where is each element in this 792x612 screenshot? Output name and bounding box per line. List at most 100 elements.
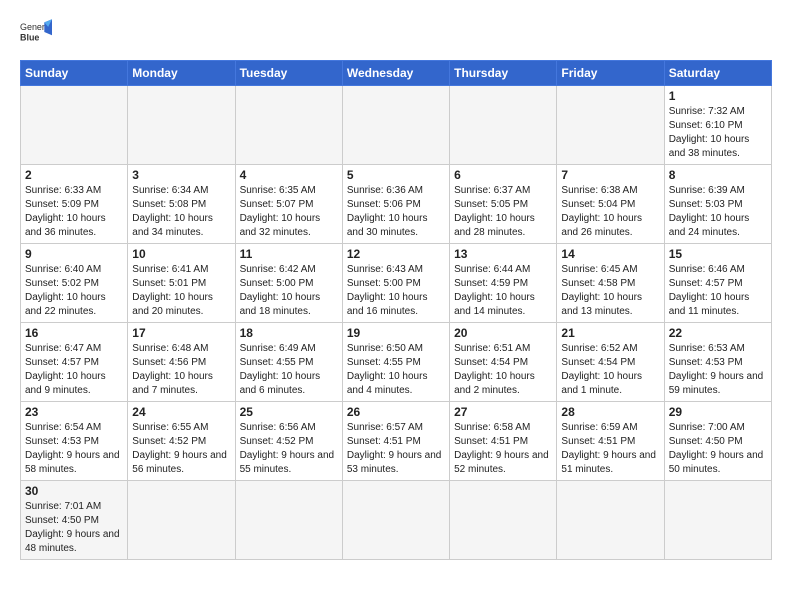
calendar-day-cell: 3 Sunrise: 6:34 AM Sunset: 5:08 PM Daylig… [128,165,235,244]
calendar-week-row: 1 Sunrise: 7:32 AM Sunset: 6:10 PM Daylig… [21,86,772,165]
calendar-day-cell [557,481,664,560]
calendar-day-cell [235,481,342,560]
day-of-week-header: Sunday [21,61,128,86]
calendar-day-cell: 22Sunrise: 6:53 AM Sunset: 4:53 PM Dayli… [664,323,771,402]
day-number: 1 [669,89,767,103]
day-info: Sunrise: 7:32 AM Sunset: 6:10 PM Dayligh… [669,105,767,161]
calendar-day-cell [450,481,557,560]
day-info: Sunrise: 6:37 AM Sunset: 5:05 PM Dayligh… [454,184,552,240]
day-of-week-header: Tuesday [235,61,342,86]
day-number: 11 [240,247,338,261]
day-info: Sunrise: 7:01 AM Sunset: 4:50 PM Dayligh… [25,500,123,556]
day-info: Sunrise: 6:41 AM Sunset: 5:01 PM Dayligh… [132,263,230,319]
calendar-day-cell: 18 Sunrise: 6:49 AM Sunset: 4:55 PM Dayli… [235,323,342,402]
calendar-day-cell [664,481,771,560]
calendar-day-cell [557,86,664,165]
calendar-day-cell: 25Sunrise: 6:56 AM Sunset: 4:52 PM Dayli… [235,402,342,481]
calendar-day-cell: 7 Sunrise: 6:38 AM Sunset: 5:04 PM Daylig… [557,165,664,244]
day-info: Sunrise: 7:00 AM Sunset: 4:50 PM Dayligh… [669,421,767,477]
day-info: Sunrise: 6:58 AM Sunset: 4:51 PM Dayligh… [454,421,552,477]
calendar-day-cell: 23 Sunrise: 6:54 AM Sunset: 4:53 PM Dayli… [21,402,128,481]
day-info: Sunrise: 6:43 AM Sunset: 5:00 PM Dayligh… [347,263,445,319]
calendar-day-cell: 9Sunrise: 6:40 AM Sunset: 5:02 PM Daylig… [21,244,128,323]
calendar-week-row: 23 Sunrise: 6:54 AM Sunset: 4:53 PM Dayli… [21,402,772,481]
day-info: Sunrise: 6:38 AM Sunset: 5:04 PM Dayligh… [561,184,659,240]
day-number: 26 [347,405,445,419]
logo: General Blue [20,16,52,48]
day-number: 23 [25,405,123,419]
calendar-day-cell: 10Sunrise: 6:41 AM Sunset: 5:01 PM Dayli… [128,244,235,323]
day-info: Sunrise: 6:55 AM Sunset: 4:52 PM Dayligh… [132,421,230,477]
calendar-day-cell: 5Sunrise: 6:36 AM Sunset: 5:06 PM Daylig… [342,165,449,244]
calendar-day-cell: 21Sunrise: 6:52 AM Sunset: 4:54 PM Dayli… [557,323,664,402]
day-number: 25 [240,405,338,419]
day-of-week-header: Saturday [664,61,771,86]
day-of-week-header: Wednesday [342,61,449,86]
calendar-day-cell [21,86,128,165]
day-number: 27 [454,405,552,419]
day-number: 12 [347,247,445,261]
page: General Blue SundayMondayTuesdayWednesda… [0,0,792,580]
day-info: Sunrise: 6:50 AM Sunset: 4:55 PM Dayligh… [347,342,445,398]
calendar-day-cell: 12 Sunrise: 6:43 AM Sunset: 5:00 PM Dayli… [342,244,449,323]
day-number: 2 [25,168,123,182]
calendar-day-cell: 15Sunrise: 6:46 AM Sunset: 4:57 PM Dayli… [664,244,771,323]
day-number: 30 [25,484,123,498]
day-number: 4 [240,168,338,182]
generalblue-logo-icon: General Blue [20,16,52,48]
svg-text:Blue: Blue [20,32,39,42]
day-number: 7 [561,168,659,182]
day-info: Sunrise: 6:54 AM Sunset: 4:53 PM Dayligh… [25,421,123,477]
day-info: Sunrise: 6:35 AM Sunset: 5:07 PM Dayligh… [240,184,338,240]
day-info: Sunrise: 6:45 AM Sunset: 4:58 PM Dayligh… [561,263,659,319]
calendar-body: 1 Sunrise: 7:32 AM Sunset: 6:10 PM Daylig… [21,86,772,560]
day-number: 29 [669,405,767,419]
calendar-day-cell [128,86,235,165]
day-number: 20 [454,326,552,340]
day-of-week-header: Monday [128,61,235,86]
day-number: 17 [132,326,230,340]
day-info: Sunrise: 6:34 AM Sunset: 5:08 PM Dayligh… [132,184,230,240]
day-info: Sunrise: 6:36 AM Sunset: 5:06 PM Dayligh… [347,184,445,240]
calendar-day-cell [128,481,235,560]
calendar-day-cell: 20 Sunrise: 6:51 AM Sunset: 4:54 PM Dayli… [450,323,557,402]
day-info: Sunrise: 6:47 AM Sunset: 4:57 PM Dayligh… [25,342,123,398]
day-number: 22 [669,326,767,340]
day-number: 3 [132,168,230,182]
day-number: 18 [240,326,338,340]
calendar-day-cell: 2 Sunrise: 6:33 AM Sunset: 5:09 PM Daylig… [21,165,128,244]
day-info: Sunrise: 6:33 AM Sunset: 5:09 PM Dayligh… [25,184,123,240]
calendar-day-cell: 14Sunrise: 6:45 AM Sunset: 4:58 PM Dayli… [557,244,664,323]
day-info: Sunrise: 6:51 AM Sunset: 4:54 PM Dayligh… [454,342,552,398]
calendar-day-cell: 16Sunrise: 6:47 AM Sunset: 4:57 PM Dayli… [21,323,128,402]
calendar-day-cell: 13 Sunrise: 6:44 AM Sunset: 4:59 PM Dayli… [450,244,557,323]
day-info: Sunrise: 6:52 AM Sunset: 4:54 PM Dayligh… [561,342,659,398]
days-of-week-row: SundayMondayTuesdayWednesdayThursdayFrid… [21,61,772,86]
calendar-day-cell: 17Sunrise: 6:48 AM Sunset: 4:56 PM Dayli… [128,323,235,402]
calendar-week-row: 2 Sunrise: 6:33 AM Sunset: 5:09 PM Daylig… [21,165,772,244]
calendar-day-cell: 24Sunrise: 6:55 AM Sunset: 4:52 PM Dayli… [128,402,235,481]
day-info: Sunrise: 6:57 AM Sunset: 4:51 PM Dayligh… [347,421,445,477]
calendar-day-cell: 29 Sunrise: 7:00 AM Sunset: 4:50 PM Dayli… [664,402,771,481]
calendar-day-cell: 27 Sunrise: 6:58 AM Sunset: 4:51 PM Dayli… [450,402,557,481]
day-of-week-header: Friday [557,61,664,86]
day-info: Sunrise: 6:49 AM Sunset: 4:55 PM Dayligh… [240,342,338,398]
calendar-day-cell: 8Sunrise: 6:39 AM Sunset: 5:03 PM Daylig… [664,165,771,244]
calendar-week-row: 9Sunrise: 6:40 AM Sunset: 5:02 PM Daylig… [21,244,772,323]
calendar-day-cell: 26 Sunrise: 6:57 AM Sunset: 4:51 PM Dayli… [342,402,449,481]
calendar-day-cell [342,481,449,560]
day-number: 19 [347,326,445,340]
calendar-table: SundayMondayTuesdayWednesdayThursdayFrid… [20,60,772,560]
day-info: Sunrise: 6:40 AM Sunset: 5:02 PM Dayligh… [25,263,123,319]
day-of-week-header: Thursday [450,61,557,86]
calendar-day-cell: 11Sunrise: 6:42 AM Sunset: 5:00 PM Dayli… [235,244,342,323]
calendar-day-cell: 28Sunrise: 6:59 AM Sunset: 4:51 PM Dayli… [557,402,664,481]
calendar-day-cell: 1 Sunrise: 7:32 AM Sunset: 6:10 PM Daylig… [664,86,771,165]
calendar-day-cell [342,86,449,165]
calendar-day-cell: 4 Sunrise: 6:35 AM Sunset: 5:07 PM Daylig… [235,165,342,244]
calendar-day-cell [235,86,342,165]
calendar-day-cell: 30 Sunrise: 7:01 AM Sunset: 4:50 PM Dayli… [21,481,128,560]
day-info: Sunrise: 6:44 AM Sunset: 4:59 PM Dayligh… [454,263,552,319]
day-number: 13 [454,247,552,261]
header: General Blue [20,16,772,48]
